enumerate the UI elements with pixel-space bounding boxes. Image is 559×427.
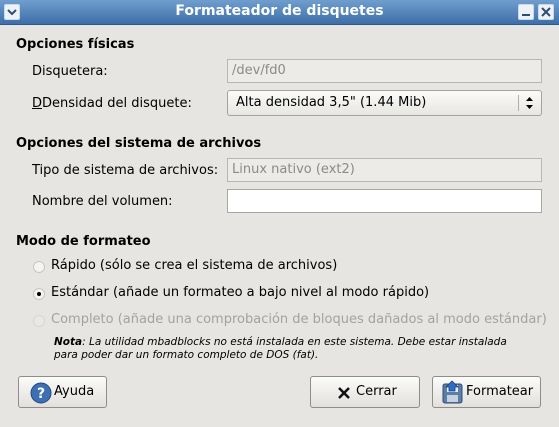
combo-separator <box>518 95 519 111</box>
fs-type-field: Linux nativo (ext2) <box>227 158 542 182</box>
density-selected-value: Alta densidad 3,5" (1.44 Mib) <box>236 95 427 110</box>
volume-name-input[interactable] <box>227 189 542 213</box>
close-button[interactable]: Cerrar <box>310 376 420 408</box>
format-mode-heading: Modo de formateo <box>16 234 151 249</box>
format-button[interactable]: Formatear <box>432 376 541 408</box>
note-text: : La utilidad mbadblocks no está instala… <box>54 336 507 361</box>
radio-standard-indicator[interactable] <box>33 288 45 300</box>
format-dialog: Formateador de disquetes Opciones física… <box>0 0 559 427</box>
format-disk-icon <box>442 380 463 404</box>
radio-complete-label: Completo (añade una comprobación de bloq… <box>51 312 547 327</box>
radio-complete-indicator <box>33 315 45 327</box>
density-label: DDensidad del disquete: <box>32 96 192 111</box>
minimize-button[interactable] <box>518 4 534 20</box>
up-down-arrows-icon <box>526 97 533 109</box>
window-title: Formateador de disquetes <box>175 3 384 19</box>
help-icon: ? <box>30 382 52 404</box>
close-button-label: Cerrar <box>356 384 397 399</box>
radio-quick-label: Rápido (sólo se crea el sistema de archi… <box>51 258 338 273</box>
svg-text:?: ? <box>37 386 45 402</box>
density-select[interactable]: Alta densidad 3,5" (1.44 Mib) <box>227 90 542 116</box>
close-x-icon <box>338 387 350 399</box>
fs-type-value: Linux nativo (ext2) <box>232 162 355 177</box>
window-close-button[interactable] <box>538 4 554 20</box>
filesystem-options-heading: Opciones del sistema de archivos <box>16 136 262 151</box>
format-button-label: Formatear <box>466 384 534 399</box>
fs-type-label: Tipo de sistema de archivos: <box>32 163 219 178</box>
physical-options-heading: Opciones físicas <box>16 37 135 52</box>
radio-quick-indicator[interactable] <box>33 261 45 273</box>
mbadblocks-note: Nota: La utilidad mbadblocks no está ins… <box>54 336 514 362</box>
help-button-label: Ayuda <box>54 384 95 399</box>
radio-standard-label: Estándar (añade un formateo a bajo nivel… <box>51 285 430 300</box>
window-close-icon <box>541 7 551 17</box>
volume-name-label: Nombre del volumen: <box>32 194 173 209</box>
drive-field: /dev/fd0 <box>227 59 542 83</box>
help-button[interactable]: ? Ayuda <box>18 376 107 408</box>
drive-label: Disquetera: <box>32 64 108 79</box>
drive-value: /dev/fd0 <box>232 63 286 78</box>
title-bar[interactable]: Formateador de disquetes <box>0 0 559 25</box>
minimize-icon <box>522 14 530 16</box>
note-title: Nota <box>54 336 83 348</box>
